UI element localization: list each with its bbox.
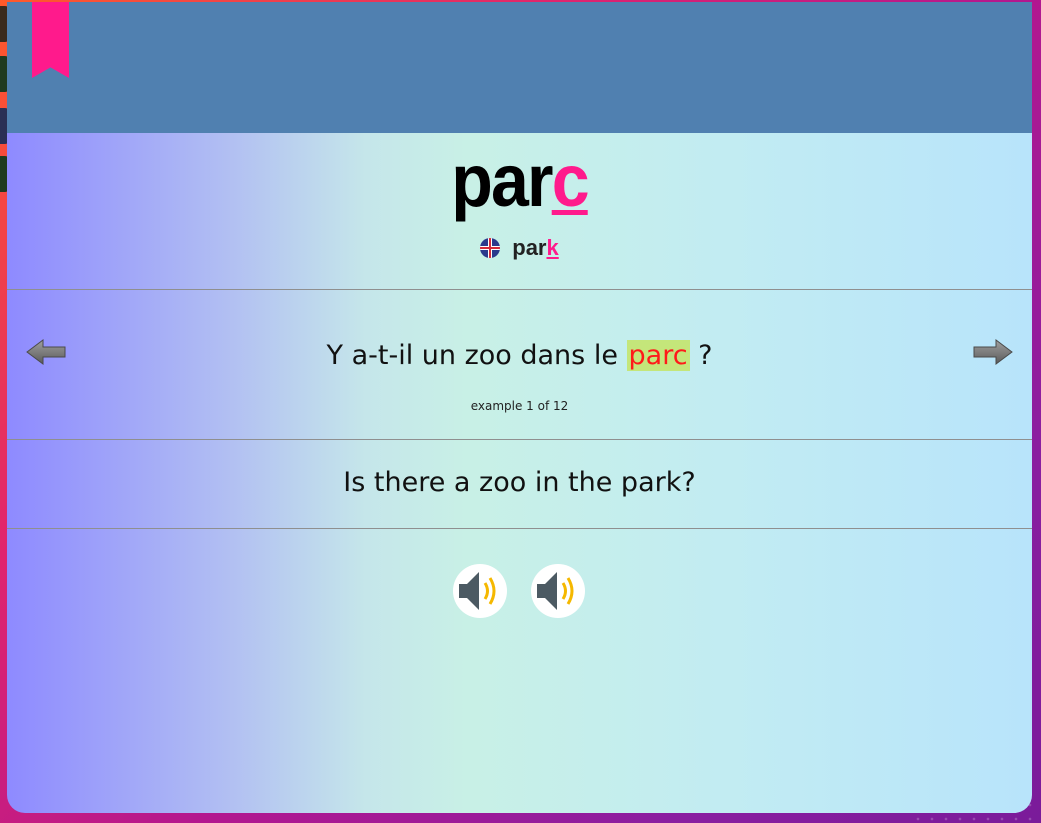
divider — [7, 439, 1032, 440]
flashcard: parc park Y a-t-il un zoo dans le parc ?… — [7, 2, 1032, 813]
example-highlight: parc — [626, 340, 690, 371]
english-translation: park — [7, 235, 1032, 261]
speaker-icon[interactable] — [453, 564, 507, 618]
arrow-right-icon[interactable] — [972, 336, 1014, 368]
example-counter: example 1 of 12 — [470, 399, 569, 413]
example-sentence: Y a-t-il un zoo dans le parc ? — [7, 340, 1032, 371]
example-after: ? — [689, 340, 713, 371]
word-highlight: c — [551, 139, 590, 222]
french-word: parc — [48, 140, 991, 222]
card-header — [7, 2, 1032, 133]
speaker-icon[interactable] — [531, 564, 585, 618]
example-before: Y a-t-il un zoo dans le — [326, 340, 627, 371]
word-base: par — [451, 139, 553, 222]
translation-base: par — [512, 235, 547, 260]
divider — [7, 289, 1032, 290]
divider — [7, 528, 1032, 529]
translation-highlight: k — [546, 235, 559, 260]
english-sentence: Is there a zoo in the park? — [343, 467, 696, 498]
bookmark-icon[interactable] — [32, 2, 69, 78]
uk-flag-icon — [480, 238, 501, 258]
